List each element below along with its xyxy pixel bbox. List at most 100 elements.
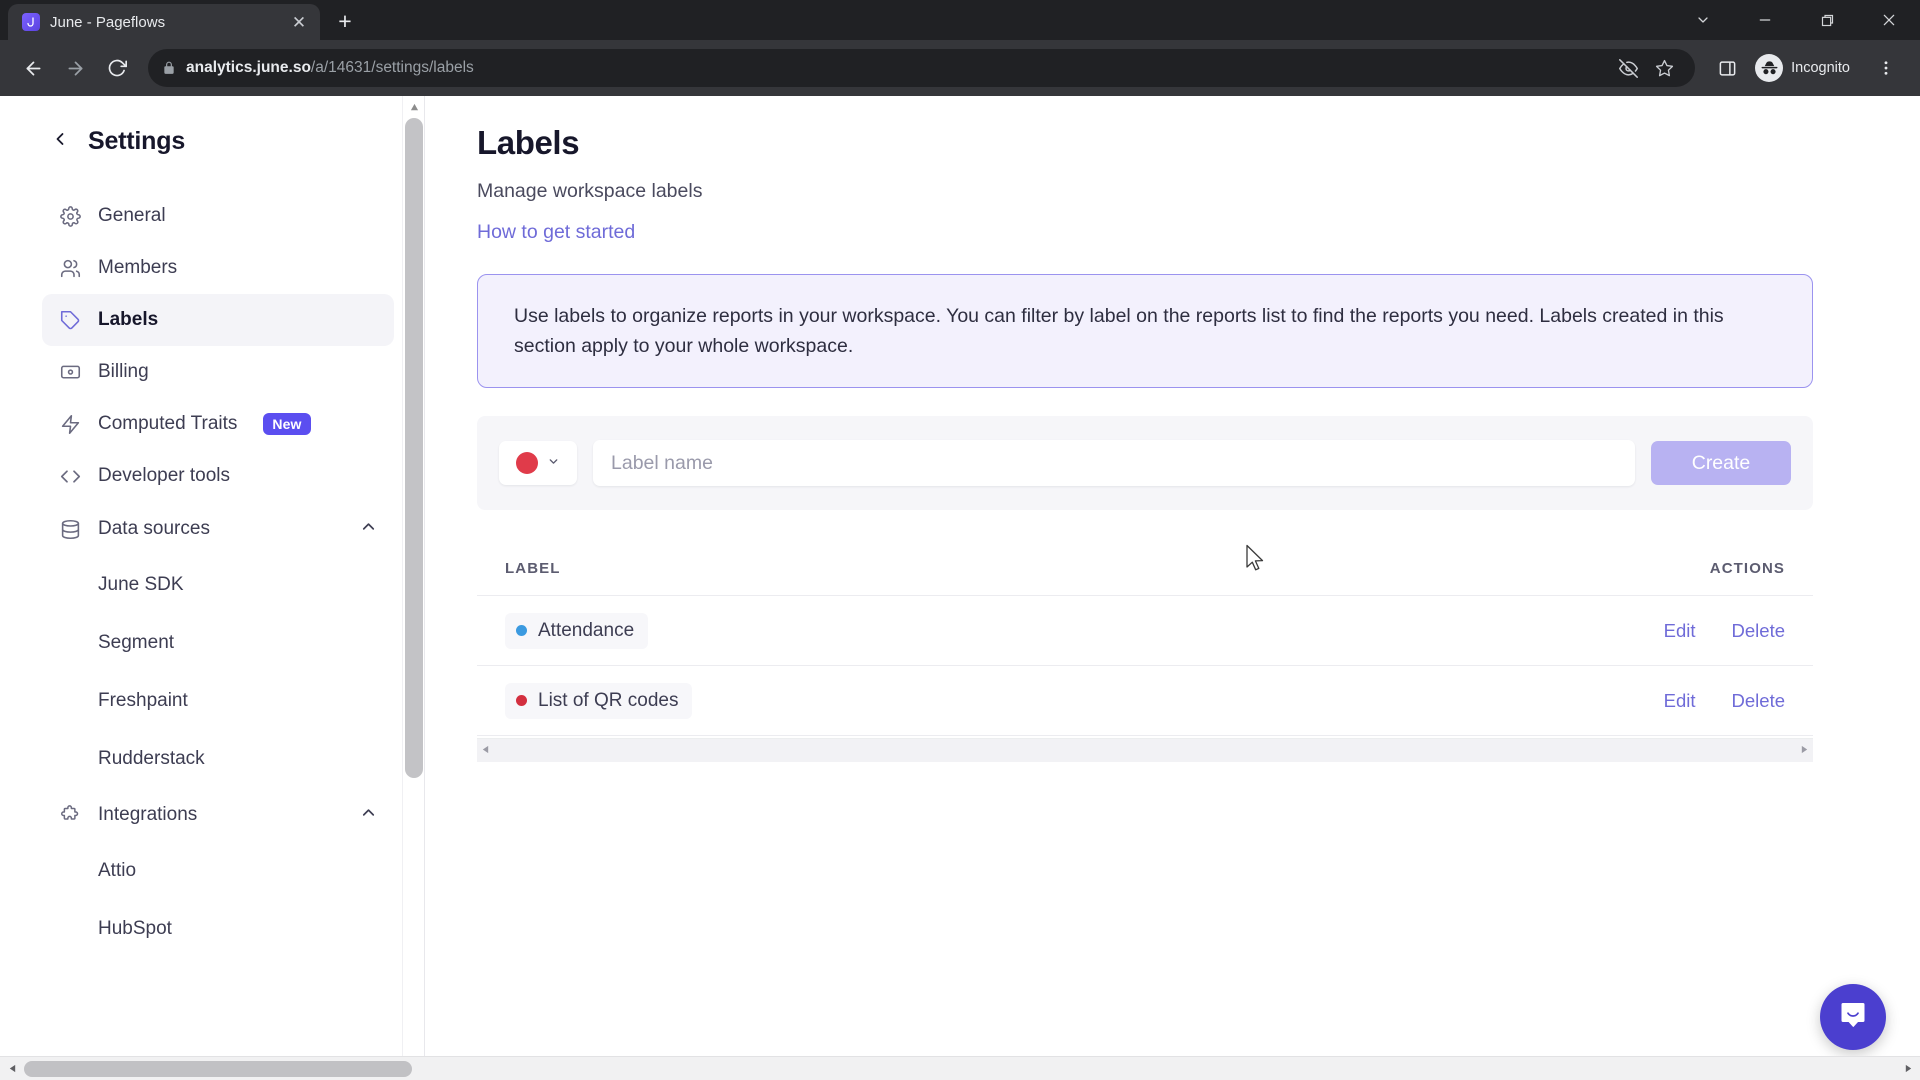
sidebar-item-general[interactable]: General (42, 190, 394, 242)
minimize-icon[interactable] (1734, 0, 1796, 40)
page-viewport: Settings General Members Labels Billing … (0, 96, 1920, 1080)
sidebar-item-label: Computed Traits (98, 413, 238, 434)
page-scroll-track[interactable] (24, 1057, 1896, 1080)
sidebar-scroll-thumb[interactable] (405, 118, 423, 778)
profile-incognito-button[interactable]: Incognito (1751, 51, 1862, 85)
scroll-left-icon[interactable] (481, 745, 490, 757)
sidebar-item-segment[interactable]: Segment (42, 614, 394, 672)
june-logo-icon (22, 13, 40, 31)
sidebar-item-label: Developer tools (98, 465, 231, 486)
sidebar-sub-label: HubSpot (98, 918, 172, 939)
sidebar-item-rudderstack[interactable]: Rudderstack (42, 730, 394, 788)
eye-slash-icon[interactable] (1611, 51, 1645, 85)
scroll-left-icon[interactable] (0, 1057, 24, 1080)
close-icon[interactable] (1858, 0, 1920, 40)
lightning-icon (58, 412, 82, 436)
delete-link[interactable]: Delete (1732, 620, 1785, 642)
create-label-form: Label name Create (477, 416, 1813, 511)
address-bar[interactable]: analytics.june.so/a/14631/settings/label… (148, 49, 1696, 87)
sidebar-group-label: Data sources (98, 518, 210, 539)
sidebar-group-data-sources[interactable]: Data sources (42, 502, 394, 556)
sidebar-item-label: Members (98, 257, 178, 278)
browser-tab-title: June - Pageflows (50, 13, 166, 31)
sidebar-scroll-track[interactable] (405, 118, 423, 1058)
color-picker-select[interactable] (499, 441, 577, 486)
label-color-dot (516, 625, 527, 637)
table-row: Attendance Edit Delete (477, 596, 1813, 667)
people-icon (58, 256, 82, 280)
sidebar-sub-label: Rudderstack (98, 748, 205, 769)
gear-icon (58, 204, 82, 228)
three-dot-menu-icon[interactable] (1866, 48, 1906, 88)
label-name: List of QR codes (538, 689, 679, 711)
scroll-right-icon[interactable] (1896, 1057, 1920, 1080)
status-badge: New (263, 413, 311, 435)
sidebar-scrollbar[interactable] (402, 96, 424, 1080)
browser-toolbar: analytics.june.so/a/14631/settings/label… (0, 40, 1920, 96)
delete-link[interactable]: Delete (1732, 690, 1785, 712)
address-bar-url: analytics.june.so/a/14631/settings/label… (186, 59, 474, 77)
tab-strip: June - Pageflows ✕ + (0, 0, 1920, 40)
table-row: List of QR codes Edit Delete (477, 666, 1813, 737)
new-tab-button[interactable]: + (328, 4, 362, 38)
sidebar-group-label: Integrations (98, 804, 198, 825)
puzzle-icon (58, 803, 82, 827)
code-brackets-icon (58, 464, 82, 488)
label-name-input[interactable]: Label name (593, 440, 1635, 487)
maximize-icon[interactable] (1796, 0, 1858, 40)
star-icon[interactable] (1647, 51, 1681, 85)
sidebar-sub-label: Segment (98, 632, 175, 653)
label-chip: Attendance (505, 612, 649, 649)
edit-link[interactable]: Edit (1664, 620, 1696, 642)
sidebar-item-attio[interactable]: Attio (42, 842, 394, 900)
sidebar-item-members[interactable]: Members (42, 242, 394, 294)
sidebar-sub-label: Attio (98, 860, 137, 881)
sidebar-group-integrations[interactable]: Integrations (42, 788, 394, 842)
close-icon[interactable]: ✕ (288, 11, 310, 33)
page-horizontal-scrollbar[interactable] (0, 1056, 1920, 1080)
selected-color-swatch (516, 452, 538, 475)
sidebar-sub-label: Freshpaint (98, 690, 188, 711)
sidebar-item-developer-tools[interactable]: Developer tools (42, 450, 394, 502)
side-panel-icon[interactable] (1707, 48, 1747, 88)
reload-icon[interactable] (98, 49, 136, 87)
sidebar-item-label: Labels (98, 309, 159, 330)
forward-arrow-icon[interactable] (56, 49, 94, 87)
profile-label: Incognito (1791, 60, 1850, 76)
back-chevron-icon[interactable] (50, 129, 70, 154)
database-icon (58, 517, 82, 541)
sidebar-item-billing[interactable]: Billing (42, 346, 394, 398)
scroll-right-icon[interactable] (1800, 745, 1809, 757)
sidebar-item-freshpaint[interactable]: Freshpaint (42, 672, 394, 730)
sidebar-item-hubspot[interactable]: HubSpot (42, 900, 394, 958)
chat-bubble-icon (1837, 999, 1869, 1036)
page-scroll-thumb[interactable] (24, 1060, 412, 1077)
sidebar-item-computed-traits[interactable]: Computed Traits New (42, 398, 394, 450)
edit-link[interactable]: Edit (1664, 690, 1696, 712)
sidebar-title: Settings (88, 126, 186, 155)
tab-search-icon[interactable] (1672, 0, 1734, 40)
scroll-up-icon[interactable] (403, 96, 425, 118)
back-arrow-icon[interactable] (14, 49, 52, 87)
tag-icon (58, 308, 82, 332)
chevron-up-icon[interactable] (359, 517, 378, 541)
page-title: Labels (477, 124, 580, 161)
label-chip: List of QR codes (505, 682, 693, 719)
chat-launcher-button[interactable] (1820, 984, 1886, 1050)
how-to-get-started-link[interactable]: How to get started (477, 221, 635, 244)
browser-window: June - Pageflows ✕ + analytics.june.so/a… (0, 0, 1920, 1080)
sidebar-item-june-sdk[interactable]: June SDK (42, 556, 394, 614)
chevron-down-icon (547, 455, 560, 471)
create-button[interactable]: Create (1651, 441, 1791, 486)
table-header: LABEL ACTIONS (477, 542, 1813, 597)
url-domain: analytics.june.so (186, 59, 311, 76)
sidebar-item-label: General (98, 205, 166, 226)
sidebar-item-label: Billing (98, 361, 149, 382)
window-controls (1672, 0, 1920, 40)
browser-tab[interactable]: June - Pageflows ✕ (8, 4, 320, 40)
sidebar-item-labels[interactable]: Labels (42, 294, 394, 346)
settings-sidebar: Settings General Members Labels Billing … (0, 96, 425, 1080)
chevron-up-icon[interactable] (359, 803, 378, 827)
sidebar-header: Settings (0, 118, 424, 164)
table-horizontal-scrollbar[interactable] (477, 738, 1813, 763)
